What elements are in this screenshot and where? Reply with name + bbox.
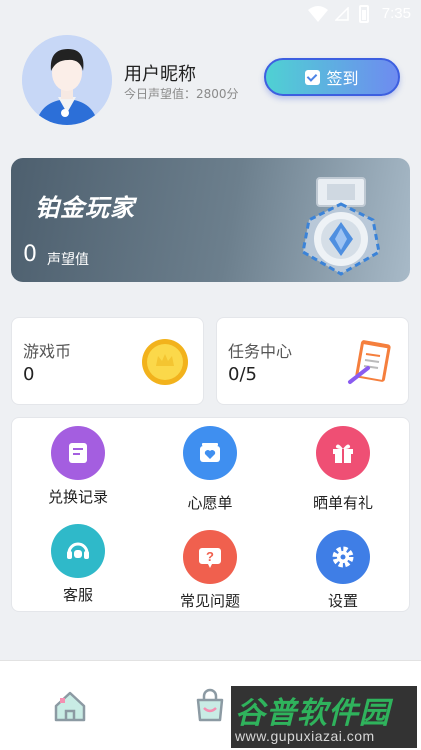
game-coins-value: 0 bbox=[23, 364, 35, 385]
reputation-today: 今日声望值：2800分 bbox=[124, 87, 239, 101]
wifi-icon bbox=[308, 6, 328, 22]
heart-box-icon bbox=[183, 426, 237, 480]
level-title: 铂金玩家 bbox=[35, 194, 135, 222]
menu-label: 兑换记录 bbox=[47, 488, 108, 506]
checkin-label: 签到 bbox=[326, 69, 359, 88]
menu-customer-service[interactable]: 客服 bbox=[23, 518, 133, 608]
avatar[interactable] bbox=[22, 35, 112, 125]
headset-icon bbox=[51, 524, 105, 578]
game-coins-label: 游戏币 bbox=[23, 342, 72, 361]
menu-label: 客服 bbox=[62, 586, 93, 604]
gift-icon bbox=[316, 426, 370, 480]
menu-label: 心愿单 bbox=[187, 494, 233, 512]
task-center-value: 0/5 bbox=[228, 364, 257, 385]
question-icon: ? bbox=[183, 530, 237, 584]
battery-icon bbox=[359, 5, 369, 23]
reputation-label: 声望值 bbox=[47, 252, 89, 268]
status-bar: 7:35 bbox=[0, 0, 421, 30]
menu-exchange-records[interactable]: 兑换记录 bbox=[23, 420, 133, 510]
game-coins-card[interactable]: 游戏币 0 bbox=[11, 317, 204, 405]
menu-grid: 兑换记录 心愿单 晒单有礼 客服 ? 常见问题 设置 bbox=[11, 417, 410, 612]
menu-label: 常见问题 bbox=[179, 592, 240, 610]
svg-text:?: ? bbox=[206, 549, 214, 564]
home-icon[interactable] bbox=[50, 686, 90, 726]
menu-settings[interactable]: 设置 bbox=[288, 524, 398, 614]
task-center-label: 任务中心 bbox=[228, 342, 293, 361]
checkbox-icon bbox=[305, 69, 321, 85]
level-card[interactable]: 铂金玩家 0 声望值 bbox=[11, 158, 410, 282]
reputation-value: 0 bbox=[23, 242, 37, 267]
platinum-medal-icon bbox=[301, 177, 381, 276]
watermark-title: 谷普软件园 bbox=[235, 696, 390, 731]
signal-icon bbox=[335, 7, 349, 21]
task-center-card[interactable]: 任务中心 0/5 bbox=[216, 317, 409, 405]
menu-wishlist[interactable]: 心愿单 bbox=[155, 420, 265, 512]
gear-icon bbox=[316, 530, 370, 584]
menu-share-gift[interactable]: 晒单有礼 bbox=[288, 420, 398, 512]
task-clipboard-icon bbox=[348, 340, 391, 384]
menu-label: 晒单有礼 bbox=[312, 494, 373, 512]
avatar-person-icon bbox=[22, 35, 112, 125]
checkin-button[interactable]: 签到 bbox=[264, 58, 400, 96]
watermark: 谷普软件园 www.gupuxiazai.com bbox=[231, 686, 417, 748]
wishlist-bag-icon[interactable] bbox=[190, 686, 230, 726]
menu-faq[interactable]: ? 常见问题 bbox=[155, 524, 265, 614]
status-time: 7:35 bbox=[381, 5, 411, 22]
watermark-url: www.gupuxiazai.com bbox=[235, 728, 375, 744]
clipboard-icon bbox=[51, 426, 105, 480]
gold-coin-icon bbox=[142, 339, 188, 385]
menu-label: 设置 bbox=[327, 592, 358, 610]
username: 用户昵称 bbox=[124, 64, 196, 85]
